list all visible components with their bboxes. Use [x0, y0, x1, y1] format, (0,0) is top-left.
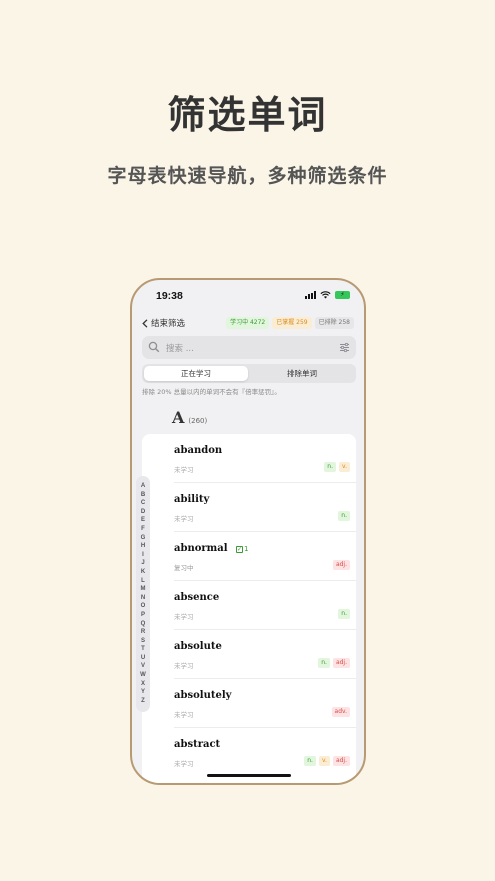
alphabet-index[interactable]: ABCDEFGHIJKLMNOPQRSTUVWXYZ: [136, 476, 150, 712]
pos-tag: n.: [338, 609, 350, 619]
alphabet-letter-t[interactable]: T: [141, 645, 145, 654]
alphabet-letter-u[interactable]: U: [141, 654, 145, 663]
alphabet-letter-m[interactable]: M: [141, 585, 146, 594]
word-status: 未学习: [174, 466, 194, 474]
promo-title: 筛选单词: [167, 93, 328, 137]
alphabet-letter-a[interactable]: A: [141, 482, 145, 491]
pos-tag: n.: [324, 462, 336, 472]
wifi-icon: [320, 291, 331, 299]
section-header: A (260): [172, 408, 207, 427]
alphabet-letter-b[interactable]: B: [141, 491, 145, 500]
tab-excluded[interactable]: 排除单词: [250, 366, 354, 381]
word-status: 未学习: [174, 711, 194, 719]
alphabet-letter-w[interactable]: W: [140, 671, 146, 680]
pos-tag: n.: [304, 756, 316, 766]
learning-count-badge[interactable]: 学习中 4272: [226, 317, 270, 329]
pos-tag: n.: [338, 511, 350, 521]
segmented-control: 正在学习 排除单词: [142, 364, 356, 383]
word-text: abstract: [174, 739, 221, 750]
alphabet-letter-s[interactable]: S: [141, 637, 145, 646]
phone-frame: 19:38 ⚡ 结束筛选 学习中 4272 已掌握 259 已排除 258 搜索…: [130, 278, 366, 785]
list-item[interactable]: ability 未学习 n.: [174, 483, 356, 532]
word-list: abandon 未学习 n. v. ability 未学习 n. abnorma…: [142, 434, 356, 783]
exclusion-note: 排除 20% 总量以内的单词不会有『倍率惩罚』。: [142, 388, 281, 396]
word-status: 未学习: [174, 613, 194, 621]
alphabet-letter-i[interactable]: I: [142, 551, 144, 560]
review-count: 1: [244, 545, 249, 553]
pos-tag: adj.: [332, 756, 350, 766]
alphabet-letter-z[interactable]: Z: [141, 697, 145, 706]
word-status: 未学习: [174, 760, 194, 768]
promo-subtitle: 字母表快速导航，多种筛选条件: [107, 165, 388, 187]
search-placeholder: 搜索 ...: [166, 344, 194, 354]
list-item[interactable]: abstract 未学习 n. v. adj.: [174, 728, 356, 777]
word-text: absolute: [174, 641, 222, 652]
section-letter: A: [172, 408, 185, 427]
list-item[interactable]: abnormal ✓ 1 复习中 adj.: [174, 532, 356, 581]
checkbox-icon: ✓: [236, 545, 243, 553]
alphabet-letter-n[interactable]: N: [141, 594, 145, 603]
pos-tag: v.: [339, 462, 350, 472]
pos-tag: adj.: [332, 560, 350, 570]
tab-learning[interactable]: 正在学习: [144, 366, 248, 381]
pos-tag: adj.: [332, 658, 350, 668]
alphabet-letter-h[interactable]: H: [141, 542, 145, 551]
alphabet-letter-k[interactable]: K: [141, 568, 145, 577]
alphabet-letter-j[interactable]: J: [141, 559, 144, 568]
mastered-count-badge[interactable]: 已掌握 259: [272, 317, 312, 329]
list-item[interactable]: absolutely 未学习 adv.: [174, 679, 356, 728]
word-text: absolutely: [174, 690, 232, 701]
alphabet-letter-v[interactable]: V: [141, 662, 145, 671]
signal-icon: [305, 291, 316, 299]
alphabet-letter-g[interactable]: G: [141, 534, 146, 543]
alphabet-letter-o[interactable]: O: [141, 602, 146, 611]
word-status: 未学习: [174, 662, 194, 670]
end-filter-button[interactable]: 结束筛选: [142, 317, 185, 329]
word-status: 复习中: [174, 564, 194, 572]
alphabet-letter-e[interactable]: E: [141, 516, 145, 525]
filter-sliders-icon[interactable]: [339, 342, 350, 353]
review-check-indicator: ✓ 1: [236, 545, 248, 553]
battery-charging-icon: ⚡: [335, 291, 350, 299]
excluded-count-badge[interactable]: 已排除 258: [314, 317, 354, 329]
alphabet-letter-c[interactable]: C: [141, 499, 145, 508]
status-time: 19:38: [156, 290, 183, 302]
alphabet-letter-y[interactable]: Y: [141, 688, 145, 697]
chevron-left-icon: [142, 318, 148, 328]
pos-tag: v.: [318, 756, 330, 766]
end-filter-label: 结束筛选: [151, 319, 186, 329]
home-indicator[interactable]: [207, 774, 291, 777]
word-text: abandon: [174, 445, 223, 456]
word-text: ability: [174, 494, 210, 505]
alphabet-letter-p[interactable]: P: [141, 611, 145, 620]
list-item[interactable]: absolute 未学习 n. adj.: [174, 630, 356, 679]
search-input[interactable]: 搜索 ...: [142, 336, 356, 359]
alphabet-letter-f[interactable]: F: [141, 525, 145, 534]
word-status: 未学习: [174, 515, 194, 523]
nav-bar: 结束筛选 学习中 4272 已掌握 259 已排除 258: [132, 316, 364, 332]
alphabet-letter-l[interactable]: L: [141, 577, 145, 586]
pos-tag: n.: [318, 658, 330, 668]
list-item[interactable]: absence 未学习 n.: [174, 581, 356, 630]
alphabet-letter-r[interactable]: R: [141, 628, 145, 637]
word-text: absence: [174, 592, 220, 603]
pos-tag: adv.: [331, 707, 350, 717]
status-bar: 19:38 ⚡: [132, 288, 364, 308]
section-count: (260): [188, 417, 208, 425]
alphabet-letter-x[interactable]: X: [141, 680, 145, 689]
list-item[interactable]: abandon 未学习 n. v.: [174, 434, 356, 483]
word-text: abnormal: [174, 543, 228, 554]
alphabet-letter-q[interactable]: Q: [141, 620, 146, 629]
search-icon: [148, 341, 160, 353]
alphabet-letter-d[interactable]: D: [141, 508, 145, 517]
